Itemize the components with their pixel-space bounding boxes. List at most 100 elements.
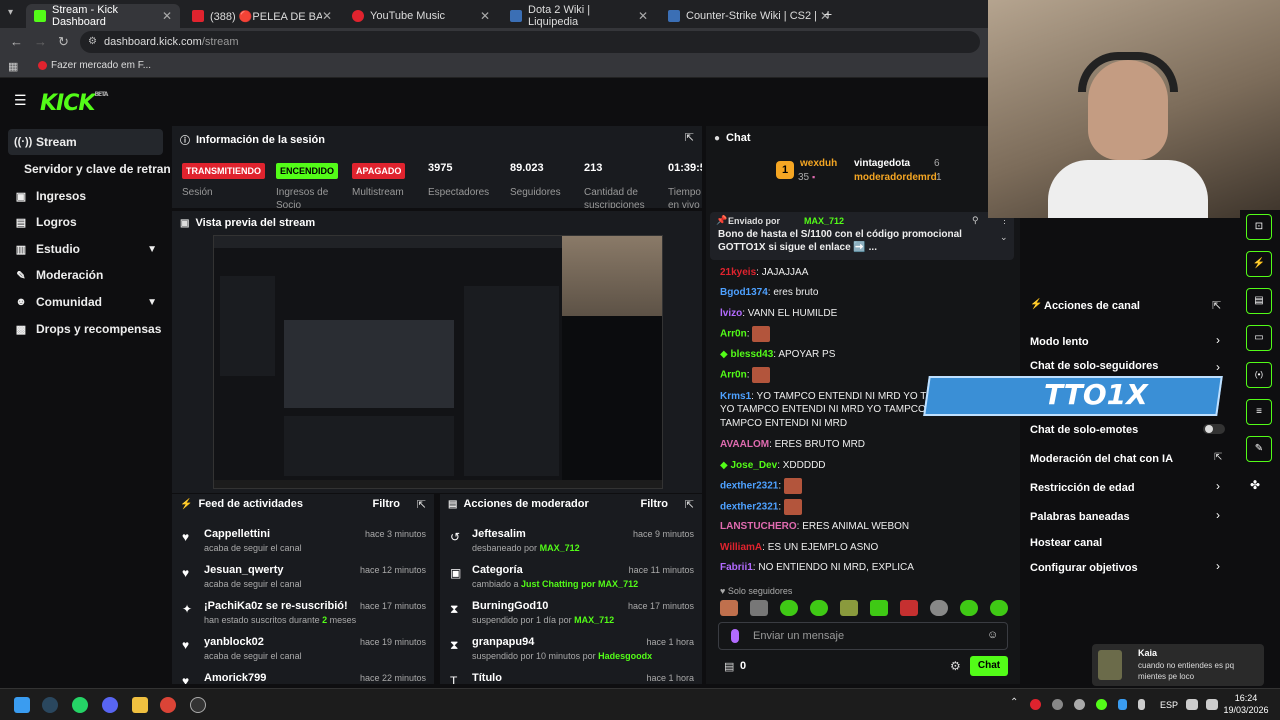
- leaderboard-name[interactable]: moderadordemrd: [854, 172, 937, 183]
- action-ai-moderation[interactable]: Moderación del chat con IA: [1030, 453, 1173, 465]
- points-icon[interactable]: ▤: [724, 660, 734, 673]
- mod-action-item[interactable]: ⧗ granpapu94 suspendido por 10 minutos por…: [440, 632, 702, 668]
- emote-icon[interactable]: [960, 600, 978, 616]
- url-input[interactable]: ⚙ dashboard.kick.com/stream: [80, 31, 980, 53]
- action-banned-words[interactable]: Palabras baneadas: [1030, 511, 1130, 523]
- action-configure-goals[interactable]: Configurar objetivos: [1030, 562, 1138, 574]
- emote-icon[interactable]: [720, 600, 738, 616]
- apps-grid-icon[interactable]: ▦: [8, 60, 18, 73]
- bolt-icon[interactable]: ⚡: [1246, 251, 1272, 277]
- notification-toast[interactable]: Kaia cuando no entiendes es pq mientes p…: [1092, 644, 1264, 686]
- unpin-icon[interactable]: ⚲: [972, 215, 979, 226]
- puzzle-icon[interactable]: ✤: [1250, 478, 1260, 492]
- expand-chevron-icon[interactable]: ⌄: [1000, 232, 1008, 243]
- network-icon[interactable]: [1186, 699, 1198, 710]
- steam-icon[interactable]: [42, 697, 58, 713]
- chat-settings-icon[interactable]: ⚙: [950, 659, 961, 673]
- tab-dota-wiki[interactable]: Dota 2 Wiki | Liquipedia ✕: [502, 4, 656, 28]
- mod-action-item[interactable]: ▣ Categoría cambiado a Just Chatting por M…: [440, 560, 702, 596]
- tray-app-icon[interactable]: [1052, 699, 1063, 710]
- tray-app-icon[interactable]: [1096, 699, 1107, 710]
- tray-chevron-icon[interactable]: ⌃: [1010, 697, 1018, 708]
- tray-app-icon[interactable]: [1074, 699, 1085, 710]
- clock-date[interactable]: 19/03/2026: [1222, 705, 1270, 715]
- emote-icon[interactable]: [780, 600, 798, 616]
- mod-action-item[interactable]: ⧗ BurningGod10 suspendido por 1 día por MA…: [440, 596, 702, 632]
- feed-item[interactable]: ♥ Cappellettini acaba de seguir el canal ha…: [172, 524, 434, 560]
- tab-youtube-pelea[interactable]: (388) 🔴PELEA DE BARBEROS \ ✕: [184, 4, 340, 28]
- new-tab-icon[interactable]: +: [824, 6, 832, 22]
- document-icon[interactable]: ▤: [1246, 288, 1272, 314]
- tab-list-icon[interactable]: ▾: [8, 7, 13, 18]
- mod-action-item[interactable]: T Título hace 1 hora: [440, 668, 702, 684]
- reload-icon[interactable]: ↻: [58, 34, 69, 50]
- obs-icon[interactable]: [190, 697, 206, 713]
- whatsapp-icon[interactable]: [72, 697, 88, 713]
- popout-icon[interactable]: ⇱: [417, 498, 426, 511]
- popout-icon[interactable]: ⇱: [685, 498, 694, 511]
- mic-icon[interactable]: [731, 629, 739, 643]
- hamburger-menu-icon[interactable]: ☰: [14, 92, 27, 109]
- tab-youtube-music[interactable]: YouTube Music ✕: [344, 4, 498, 28]
- popout-icon[interactable]: ⇱: [1212, 299, 1221, 312]
- file-explorer-icon[interactable]: [132, 697, 148, 713]
- close-tab-icon[interactable]: ✕: [480, 9, 490, 23]
- volume-icon[interactable]: [1206, 699, 1218, 710]
- tab-kick-dashboard[interactable]: Stream - Kick Dashboard ✕: [26, 4, 180, 28]
- leaderboard-name[interactable]: wexduh: [800, 158, 837, 169]
- feed-item[interactable]: ♥ yanblock02 acaba de seguir el canal hace …: [172, 632, 434, 668]
- sidebar-item-estudio[interactable]: ▥ Estudio ▼: [8, 236, 163, 262]
- chrome-icon[interactable]: [160, 697, 176, 713]
- mod-action-item[interactable]: ↺ Jeftesalim desbaneado por MAX_712 hace 9 …: [440, 524, 702, 560]
- chat-icon[interactable]: ▭: [1246, 325, 1272, 351]
- discord-icon[interactable]: [102, 697, 118, 713]
- sidebar-item-ingresos[interactable]: ▣ Ingresos: [8, 183, 163, 209]
- windows-start-icon[interactable]: [14, 697, 30, 713]
- popout-icon[interactable]: ⇱: [685, 131, 694, 144]
- emote-icon[interactable]: [930, 600, 948, 616]
- language-indicator[interactable]: ESP: [1160, 700, 1178, 710]
- emote-icon[interactable]: [870, 600, 888, 616]
- sidebar-item-server-key[interactable]: Servidor y clave de retransmisión: [18, 156, 170, 182]
- sidebar-item-comunidad[interactable]: ☻ Comunidad ▼: [8, 289, 163, 315]
- toolbar-button-icon[interactable]: ⊡: [1246, 214, 1272, 240]
- feed-item[interactable]: ♥ Jesuan_qwerty acaba de seguir el canal ha…: [172, 560, 434, 596]
- feed-item[interactable]: ✦ ¡PachiKa0z se re-suscribió! han estado s…: [172, 596, 434, 632]
- action-emotes-only[interactable]: Chat de solo-emotes: [1030, 424, 1138, 436]
- tray-app-icon[interactable]: [1030, 699, 1041, 710]
- sidebar-item-drops[interactable]: ▩ Drops y recompensas: [8, 316, 163, 342]
- pinned-message[interactable]: 📌 Enviado por MAX_712 ⚲ ⋮ Bono de hasta …: [710, 212, 1014, 260]
- send-chat-button[interactable]: Chat: [970, 656, 1008, 676]
- action-host-channel[interactable]: Hostear canal: [1030, 537, 1102, 549]
- action-slow-mode[interactable]: Modo lento: [1030, 336, 1089, 348]
- site-info-icon[interactable]: ⚙: [88, 31, 97, 53]
- feed-item[interactable]: ♥ Amorick799 hace 22 minutos: [172, 668, 434, 684]
- forward-icon[interactable]: →: [34, 34, 47, 49]
- emote-icon[interactable]: [810, 600, 828, 616]
- bookmark-item[interactable]: Fazer mercado em F...: [38, 60, 151, 71]
- tab-cs-wiki[interactable]: Counter-Strike Wiki | CS2 | Liqu ✕: [660, 4, 838, 28]
- emote-icon[interactable]: [840, 600, 858, 616]
- layers-icon[interactable]: ≡: [1246, 399, 1272, 425]
- close-tab-icon[interactable]: ✕: [638, 9, 648, 23]
- emotes-only-toggle[interactable]: [1203, 424, 1225, 434]
- sidebar-item-logros[interactable]: ▤ Logros: [8, 209, 163, 235]
- back-icon[interactable]: ←: [10, 34, 23, 49]
- emote-icon[interactable]: [990, 600, 1008, 616]
- chat-input[interactable]: Enviar un mensaje ☺: [718, 622, 1008, 650]
- broadcast-icon[interactable]: (•): [1246, 362, 1272, 388]
- emoji-icon[interactable]: ☺: [987, 629, 998, 641]
- filter-button[interactable]: Filtro: [373, 498, 401, 510]
- filter-button[interactable]: Filtro: [641, 498, 669, 510]
- action-followers-only[interactable]: Chat de solo-seguidores: [1030, 360, 1158, 372]
- clock-time[interactable]: 16:24: [1222, 693, 1270, 703]
- emote-icon[interactable]: [900, 600, 918, 616]
- close-tab-icon[interactable]: ✕: [162, 9, 172, 23]
- emote-icon[interactable]: [750, 600, 768, 616]
- kick-logo[interactable]: KICKBETA: [40, 91, 108, 116]
- sidebar-item-moderacion[interactable]: ✎ Moderación: [8, 262, 163, 288]
- bluetooth-icon[interactable]: [1118, 699, 1127, 710]
- sidebar-item-stream[interactable]: ((·)) Stream: [8, 129, 163, 155]
- action-age-restriction[interactable]: Restricción de edad: [1030, 482, 1135, 494]
- mic-icon[interactable]: [1138, 699, 1145, 710]
